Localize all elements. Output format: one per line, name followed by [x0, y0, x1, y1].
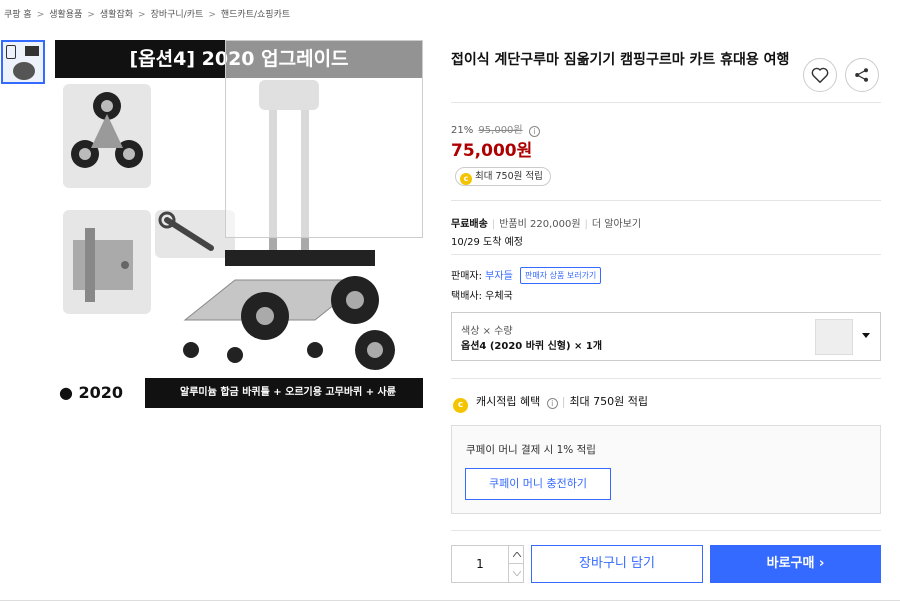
breadcrumb-sep: >	[138, 10, 146, 20]
breadcrumb-item[interactable]: 장바구니/카트	[151, 10, 204, 20]
quantity-input[interactable]: 1	[452, 546, 508, 582]
chevron-down-icon	[512, 570, 521, 576]
coin-icon: c	[453, 398, 468, 413]
breadcrumb-item[interactable]: 쿠팡 홈	[4, 10, 32, 20]
image-caption-bar: ● 2020 알루미늄 합금 바퀴틀 + 오르기용 고무바퀴 + 사륜	[55, 378, 423, 408]
return-fee: 반품비 220,000원	[499, 219, 581, 230]
arrival-date: 10/29 도착 예정	[451, 237, 523, 248]
breadcrumb-sep: >	[87, 10, 95, 20]
hinge-icon	[73, 228, 133, 302]
divider	[451, 102, 881, 103]
share-button[interactable]	[845, 58, 879, 92]
breadcrumb-item[interactable]: 생활잡화	[100, 10, 133, 20]
wheel-detail-image	[63, 84, 151, 188]
coin-icon: c	[460, 173, 472, 185]
divider	[451, 530, 881, 531]
info-icon[interactable]: i	[546, 398, 558, 409]
reward-text: 최대 750원 적립	[475, 171, 543, 182]
buy-now-button[interactable]: 바로구매 ›	[710, 545, 881, 583]
separator: |	[491, 219, 496, 230]
discount-info: 21% 95,000원 i	[451, 121, 540, 137]
breadcrumb-item[interactable]: 핸드카트/쇼핑카트	[221, 10, 290, 20]
cash-label: 캐시적립 혜택	[476, 395, 541, 408]
discount-rate: 21%	[451, 125, 474, 136]
hinge-detail-image	[63, 210, 151, 314]
product-main-image[interactable]: [옵션4] 2020 업그레이드 ● 2020 알루	[55, 40, 423, 408]
wishlist-button[interactable]	[803, 58, 837, 92]
sale-price: 75,000원	[451, 141, 533, 161]
image-year-label: ● 2020	[55, 378, 145, 408]
product-title: 접이식 계단구루마 짐옮기기 캠핑구르마 카트 휴대용 여행	[451, 52, 790, 68]
separator: |	[584, 219, 588, 230]
cash-value: 최대 750원 적립	[569, 395, 649, 408]
divider	[451, 254, 881, 255]
breadcrumb-item[interactable]: 생활용품	[49, 10, 82, 20]
wheel-icon	[71, 92, 143, 168]
thumb-shape	[13, 62, 35, 80]
shipping-info: 무료배송 | 반품비 220,000원 | 더 알아보기	[451, 215, 641, 230]
option-thumbnail	[815, 319, 853, 355]
zoom-lens	[225, 40, 423, 238]
thumb-shape	[6, 45, 16, 59]
reward-badge: c 최대 750원 적립	[455, 167, 551, 186]
separator: |	[561, 395, 566, 408]
product-thumbnail[interactable]	[1, 40, 45, 84]
courier-info: 택배사: 우체국	[451, 291, 513, 302]
divider	[451, 378, 881, 379]
breadcrumb-sep: >	[36, 10, 45, 20]
quantity-increase-button[interactable]	[508, 546, 524, 564]
more-link[interactable]: 더 알아보기	[592, 219, 641, 230]
coupay-box: 쿠페이 머니 결제 시 1% 적립 쿠페이 머니 충전하기	[451, 425, 881, 514]
seller-products-button[interactable]: 판매자 상품 보러가기	[519, 267, 602, 284]
breadcrumb: 쿠팡 홈 > 생활용품 > 생활잡화 > 장바구니/카트 > 핸드카트/쇼핑카트	[4, 7, 290, 20]
option-value: 옵션4 (2020 바퀴 신형) × 1개	[461, 341, 603, 352]
breadcrumb-sep: >	[208, 10, 216, 20]
coupay-charge-button[interactable]: 쿠페이 머니 충전하기	[465, 468, 611, 500]
free-shipping-label: 무료배송	[451, 219, 488, 230]
quantity-stepper: 1	[451, 545, 524, 583]
cash-reward-info: c 캐시적립 혜택 i | 최대 750원 적립	[453, 393, 648, 413]
thumb-shape	[25, 46, 39, 56]
seller-label: 판매자:	[451, 271, 482, 282]
image-desc-label: 알루미늄 합금 바퀴틀 + 오르기용 고무바퀴 + 사륜	[180, 387, 396, 398]
seller-name-link[interactable]: 부자들	[485, 271, 513, 282]
original-price: 95,000원	[478, 125, 523, 136]
heart-icon	[811, 67, 829, 83]
coupay-text: 쿠페이 머니 결제 시 1% 적립	[466, 444, 596, 456]
chevron-up-icon	[512, 552, 521, 557]
seller-info: 판매자: 부자들 판매자 상품 보러가기	[451, 267, 602, 284]
divider	[451, 200, 881, 201]
quantity-decrease-button[interactable]	[508, 564, 524, 582]
option-dropdown[interactable]: 색상 × 수량 옵션4 (2020 바퀴 신형) × 1개	[451, 312, 881, 361]
add-to-cart-button[interactable]: 장바구니 담기	[531, 545, 703, 583]
option-label: 색상 × 수량	[461, 326, 513, 337]
chevron-down-icon	[862, 333, 870, 338]
share-icon	[855, 68, 868, 82]
